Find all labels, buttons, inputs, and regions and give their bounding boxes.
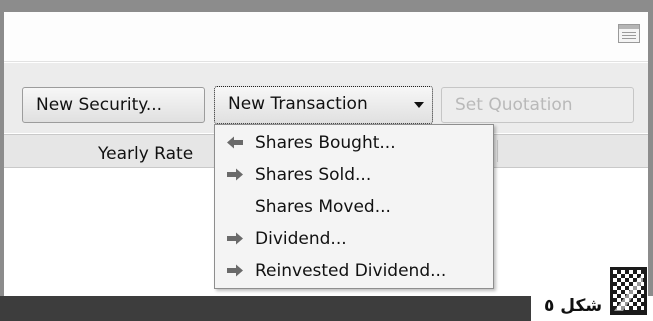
menu-item-dividend[interactable]: Dividend... xyxy=(215,223,493,255)
figure-caption: شكل ٥ xyxy=(544,296,603,316)
menu-item-shares-moved[interactable]: Shares Moved... xyxy=(215,191,493,223)
caption-dark-band xyxy=(0,296,531,321)
arrow-right-icon xyxy=(227,168,243,181)
menu-item-label: Shares Moved... xyxy=(255,197,391,217)
new-transaction-menu: Shares Bought... Shares Sold... Shares M… xyxy=(214,124,494,289)
toolbar-strip xyxy=(4,12,648,62)
window-frame-top xyxy=(0,0,653,12)
set-quotation-label: Set Quotation xyxy=(455,95,573,115)
column-header-yearly-rate[interactable]: Yearly Rate xyxy=(98,144,193,164)
checkered-logo-icon xyxy=(610,267,647,315)
table-view-icon[interactable] xyxy=(618,24,640,43)
dropdown-arrow-icon xyxy=(414,102,424,108)
new-transaction-button[interactable]: New Transaction xyxy=(214,86,433,124)
window-frame-right xyxy=(648,0,653,296)
new-transaction-label: New Transaction xyxy=(228,94,368,114)
arrow-right-icon xyxy=(227,264,243,277)
menu-item-reinvested-dividend[interactable]: Reinvested Dividend... xyxy=(215,255,493,287)
menu-item-shares-sold[interactable]: Shares Sold... xyxy=(215,159,493,191)
arrow-right-icon xyxy=(227,232,243,245)
column-separator xyxy=(497,140,498,162)
menu-item-label: Shares Bought... xyxy=(255,133,396,153)
arrow-left-icon xyxy=(227,136,243,149)
menu-item-label: Dividend... xyxy=(255,229,347,249)
new-security-label: New Security... xyxy=(36,95,163,115)
new-security-button[interactable]: New Security... xyxy=(22,87,205,123)
menu-item-shares-bought[interactable]: Shares Bought... xyxy=(215,127,493,159)
menu-item-label: Reinvested Dividend... xyxy=(255,261,447,281)
set-quotation-button[interactable]: Set Quotation xyxy=(441,87,634,123)
menu-item-label: Shares Sold... xyxy=(255,165,372,185)
